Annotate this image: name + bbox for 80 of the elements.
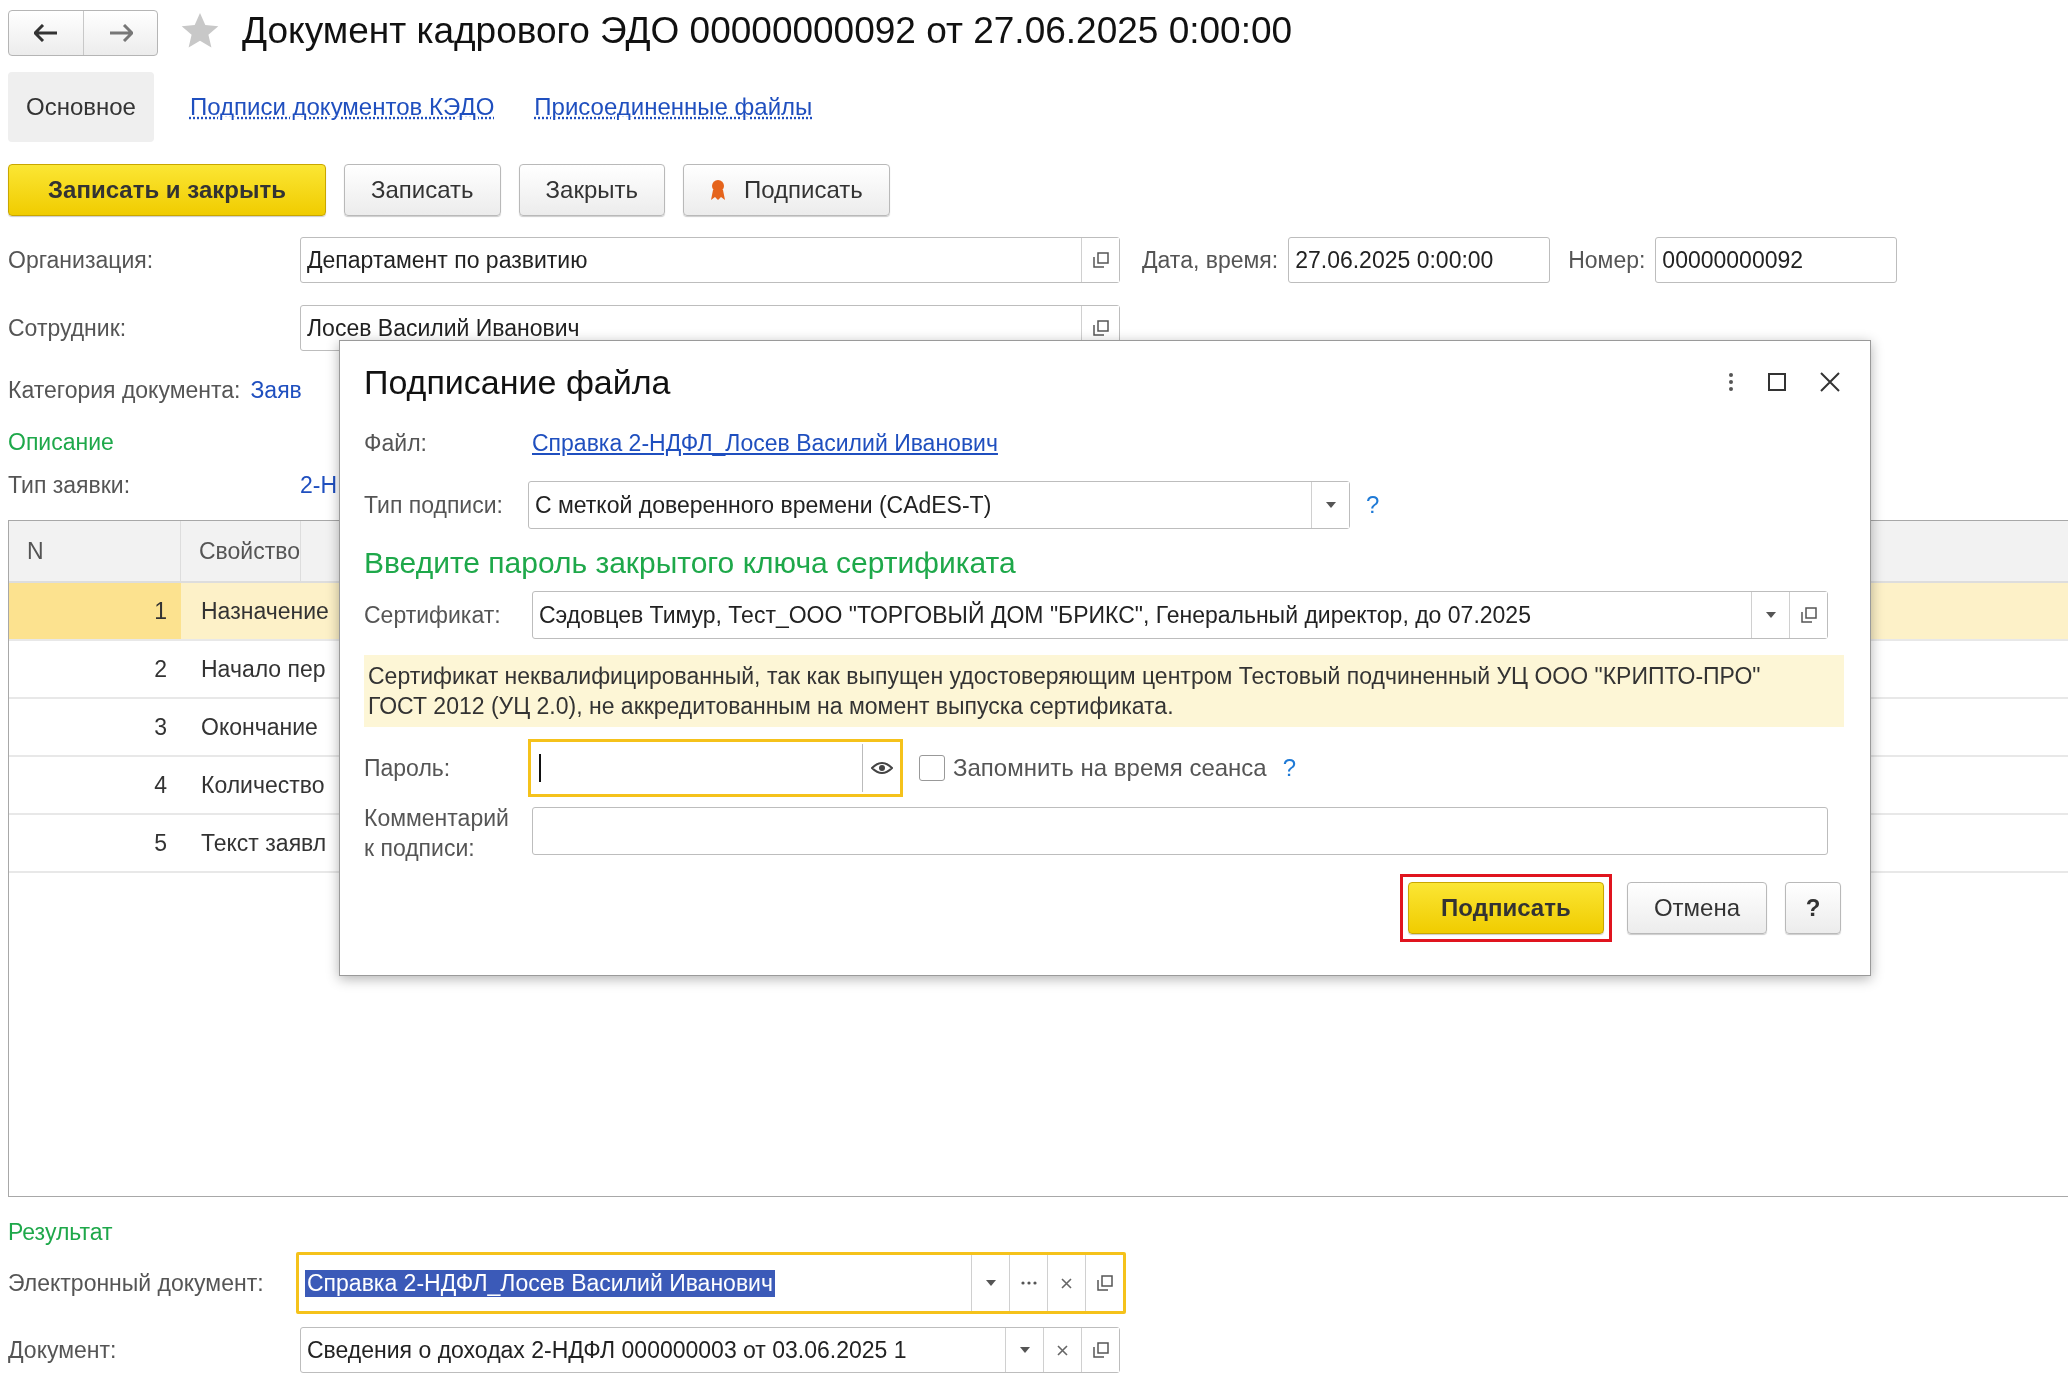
field-label: Электронный документ:	[8, 1269, 265, 1297]
tab[interactable]: Присоединенные файлы	[516, 72, 831, 142]
field-label: Комментарий к подписи:	[364, 804, 509, 863]
warning-message: Сертификат неквалифицированный, так как выпущен удостоверяющим центром Тестовый подчиненный УЦ ООО "КРИПТО-ПРО" ГОСТ 2012 (УЦ 2.0), не аккредитованным на момент выпуска сертификата.	[364, 655, 1844, 727]
table-cell-text: Начало пер	[200, 654, 326, 684]
close-icon	[1820, 372, 1840, 392]
cancel-button[interactable]: Отмена	[1626, 882, 1767, 934]
field-label: Номер:	[1568, 246, 1646, 274]
checkbox-label: Запомнить на время сеанса	[953, 754, 1267, 782]
more-button[interactable]	[1728, 372, 1734, 392]
open-window-icon	[1092, 252, 1109, 268]
password-field[interactable]	[528, 739, 903, 797]
select-field[interactable]: Сэдовцев Тимур, Тест_ООО "ТОРГОВЫЙ ДОМ "БРИКС", Генеральный директор, до 07.2025	[532, 591, 1828, 639]
section-heading: Описание	[8, 428, 114, 456]
dropdown-icon	[985, 1280, 996, 1286]
field-label: Тип заявки:	[8, 471, 132, 499]
dropdown-icon	[1325, 502, 1336, 508]
select-field[interactable]: С меткой доверенного времени (CAdES-T)	[528, 481, 1350, 529]
input-field[interactable]: 27.06.2025 0:00:00	[1288, 237, 1551, 283]
clear-icon	[1061, 1277, 1072, 1289]
help-link[interactable]: ?	[1366, 491, 1380, 519]
input-field[interactable]	[532, 807, 1828, 855]
save-close-button[interactable]: Записать и закрыть	[8, 164, 326, 216]
back-arrow-icon	[34, 24, 58, 42]
ribbon-icon	[710, 179, 726, 201]
column-header[interactable]: Свойство	[181, 521, 301, 581]
column-header[interactable]: N	[9, 521, 181, 581]
more-vertical-icon	[1728, 372, 1734, 392]
table-cell-text: Текст заявл	[200, 828, 327, 858]
clear-icon	[1057, 1344, 1068, 1356]
field-label: Сертификат:	[364, 601, 502, 629]
sign-button[interactable]: Подписать	[683, 164, 890, 216]
open-window-icon	[1092, 1342, 1109, 1358]
field-label: Дата, время:	[1142, 246, 1279, 274]
table-cell-text: Назначение	[200, 596, 329, 626]
input-field[interactable]: 00000000092	[1655, 237, 1898, 283]
section-heading: Введите пароль закрытого ключа сертификата	[364, 546, 1016, 580]
field-label: Файл:	[364, 429, 428, 457]
table-cell-text: 3	[153, 712, 168, 742]
eye-icon	[870, 761, 893, 775]
dropdown-icon	[1765, 612, 1776, 618]
field-label: Организация:	[8, 246, 155, 274]
maximize-button[interactable]	[1768, 373, 1786, 391]
open-window-icon	[1800, 607, 1817, 623]
table-cell-text: 5	[153, 828, 168, 858]
tab[interactable]: Подписи документов КЭДО	[171, 72, 513, 142]
field-label: Тип подписи:	[364, 491, 504, 519]
file-link[interactable]: Справка 2-НДФЛ_Лосев Василий Иванович	[532, 429, 998, 457]
category-link[interactable]: Заяв	[250, 376, 302, 404]
field-label: Документ:	[8, 1336, 118, 1364]
close-button[interactable]	[1820, 372, 1840, 392]
input-field[interactable]: Департамент по развитию	[300, 237, 1120, 283]
input-field[interactable]: Сведения о доходах 2-НДФЛ 000000003 от 03.06.2025 1	[300, 1327, 1120, 1373]
toolbar-button[interactable]: Записать	[344, 164, 501, 216]
input-field[interactable]: Справка 2-НДФЛ_Лосев Василий Иванович	[296, 1252, 1126, 1314]
field-label: Категория документа:	[8, 376, 241, 404]
table-cell-text: Количество	[200, 770, 325, 800]
forward-arrow-icon	[108, 24, 133, 42]
open-window-icon	[1096, 1275, 1113, 1291]
help-link[interactable]: ?	[1282, 754, 1297, 782]
table-cell: 1	[9, 583, 181, 639]
dialog-title: Подписание файла	[364, 362, 671, 402]
dropdown-icon	[1019, 1347, 1030, 1353]
open-window-icon	[1092, 320, 1109, 336]
checkbox[interactable]	[919, 755, 945, 781]
toolbar-button[interactable]: Закрыть	[518, 164, 665, 216]
field-label: Пароль:	[364, 754, 452, 782]
more-icon	[1020, 1281, 1037, 1285]
sign-button[interactable]: Подписать	[1407, 882, 1604, 934]
table-cell-text: Окончание	[200, 712, 318, 742]
field-label: Сотрудник:	[8, 314, 128, 342]
section-heading: Результат	[8, 1218, 113, 1246]
help-button[interactable]: ?	[1785, 882, 1841, 934]
request-type-link[interactable]: 2-Н	[300, 471, 338, 499]
maximize-icon	[1768, 373, 1786, 391]
text-cursor	[539, 754, 541, 782]
tab[interactable]: Основное	[8, 72, 154, 142]
window-title: Документ кадрового ЭДО 00000000092 от 27.06.2025 0:00:00	[242, 10, 1293, 52]
table-cell-text: 4	[153, 770, 168, 800]
table-cell-text: 2	[153, 654, 168, 684]
